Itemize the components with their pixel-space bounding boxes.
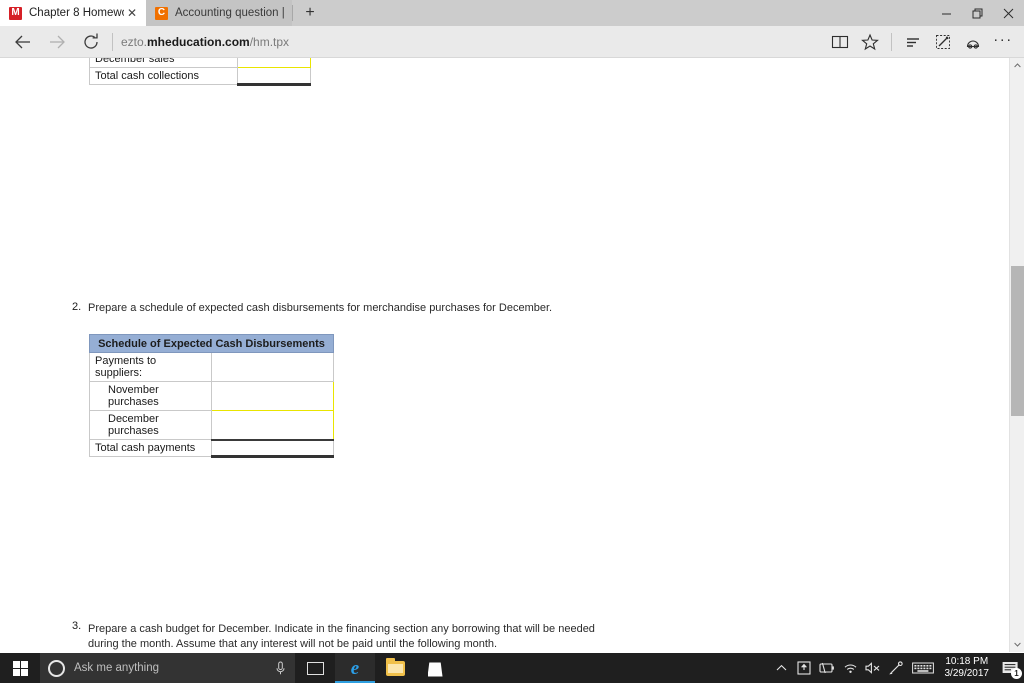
tab-strip-empty-area [327,0,1024,26]
clock-date: 3/29/2017 [944,668,990,679]
question-3-line-2: during the month. Assume that any intere… [88,637,498,650]
favorites-star-icon[interactable] [855,27,885,57]
row-total-cell[interactable] [237,67,311,86]
url-prefix: ezto. [121,34,148,49]
cortana-search-box[interactable]: Ask me anything [40,653,295,683]
windows-taskbar: Ask me anything e 10:18 PM 3/29/2017 1 [0,653,1024,683]
homework-page-content: December sales Total cash collections 2.… [0,58,1009,652]
refresh-button-icon[interactable] [74,27,108,57]
browser-tab-accounting-question[interactable]: C Accounting question | Cheg [146,0,292,26]
table-row: December sales [89,58,311,68]
row-label: Total cash collections [89,67,238,85]
restore-window-icon[interactable] [962,0,993,26]
close-tab-icon[interactable]: ✕ [124,5,140,21]
table-row: November purchases [89,381,334,411]
row-label: December sales [89,58,238,68]
tab-strip: M Chapter 8 Homework ✕ C Accounting ques… [0,0,1024,26]
question-3-number: 3. [72,620,82,632]
table-row: Total cash collections [89,67,311,86]
minimize-window-icon[interactable] [931,0,962,26]
windows-logo-icon [12,660,28,676]
december-purchases-input[interactable] [211,410,334,441]
tab-title: Chapter 8 Homework [29,7,124,19]
mcgraw-hill-favicon-icon: M [9,6,22,20]
scroll-down-arrow-icon[interactable] [1010,637,1024,652]
show-hidden-icons-chevron-up-icon[interactable] [770,653,793,683]
address-bar-input[interactable]: ezto. mheducation.com/hm.tpx [121,27,825,57]
window-controls [931,0,1024,26]
volume-muted-icon[interactable] [862,653,885,683]
web-note-pen-icon[interactable] [928,27,958,57]
question-3-line-1: Prepare a cash budget for December. Indi… [88,623,595,635]
page-scrollbar[interactable] [1009,58,1024,652]
system-tray: 10:18 PM 3/29/2017 1 [770,653,1024,683]
taskbar-app-microsoft-edge[interactable]: e [335,653,375,683]
row-label: Total cash payments [89,439,212,457]
total-cash-payments-cell[interactable] [211,439,334,458]
reading-view-icon[interactable] [825,27,855,57]
more-dots: ··· [993,30,1013,48]
share-icon[interactable] [958,27,988,57]
taskbar-app-file-explorer[interactable] [375,653,415,683]
taskbar-clock[interactable]: 10:18 PM 3/29/2017 [938,653,997,683]
url-domain: mheducation.com [147,34,250,49]
row-label: December purchases [89,410,212,440]
table-header-title: Schedule of Expected Cash Disbursements [89,334,334,353]
question-3-text: Prepare a cash budget for December. Indi… [88,622,628,652]
hub-icon[interactable] [898,27,928,57]
back-button-icon[interactable] [6,27,40,57]
task-view-button[interactable] [295,653,335,683]
onedrive-icon[interactable] [793,653,816,683]
chegg-favicon-icon: C [155,6,168,20]
row-label: November purchases [89,381,212,411]
store-icon [427,662,443,677]
table-row: Total cash payments [89,439,334,458]
row-input-cell[interactable] [237,58,311,68]
url-path: /hm.tpx [249,34,290,49]
scroll-up-arrow-icon[interactable] [1010,58,1024,73]
cash-collections-table-partial: December sales Total cash collections [89,58,311,86]
browser-toolbar-buttons: ··· [825,27,1018,57]
folder-icon [385,657,405,676]
tab-title: Accounting question | Cheg [175,7,286,19]
browser-tab-chapter-8-homework[interactable]: M Chapter 8 Homework ✕ [0,0,146,26]
question-2-text: Prepare a schedule of expected cash disb… [88,302,553,314]
row-label: Payments to suppliers: [89,352,212,382]
row-blank-cell [211,352,334,382]
table-row: December purchases [89,410,334,441]
pen-icon[interactable] [885,653,908,683]
edge-icon: e [350,657,360,679]
notification-count-badge: 1 [1011,668,1022,679]
forward-button-icon[interactable] [40,27,74,57]
toolbar-divider [891,32,892,51]
close-window-icon[interactable] [993,0,1024,26]
task-view-icon [306,661,324,675]
browser-window: M Chapter 8 Homework ✕ C Accounting ques… [0,0,1024,653]
search-input-placeholder[interactable]: Ask me anything [74,662,273,674]
start-button[interactable] [0,653,40,683]
new-tab-button[interactable]: + [293,0,327,26]
navigation-toolbar: ezto. mheducation.com/hm.tpx ··· [0,26,1024,58]
microphone-icon[interactable] [273,661,287,676]
scrollbar-thumb[interactable] [1011,266,1024,416]
cortana-icon [48,659,65,677]
table-header-row: Schedule of Expected Cash Disbursements [89,334,334,353]
question-2-number: 2. [72,301,82,313]
wifi-icon[interactable] [839,653,862,683]
clock-time: 10:18 PM [945,655,989,667]
more-options-icon[interactable]: ··· [988,27,1018,57]
page-viewport: December sales Total cash collections 2.… [0,58,1024,652]
november-purchases-input[interactable] [211,381,334,411]
battery-icon[interactable] [816,653,839,683]
action-center-button[interactable]: 1 [996,653,1024,683]
schedule-of-expected-cash-disbursements-table: Schedule of Expected Cash Disbursements … [89,334,334,458]
table-row: Payments to suppliers: [89,352,334,382]
address-divider [112,32,113,51]
keyboard-icon[interactable] [908,653,938,683]
taskbar-app-microsoft-store[interactable] [415,653,455,683]
